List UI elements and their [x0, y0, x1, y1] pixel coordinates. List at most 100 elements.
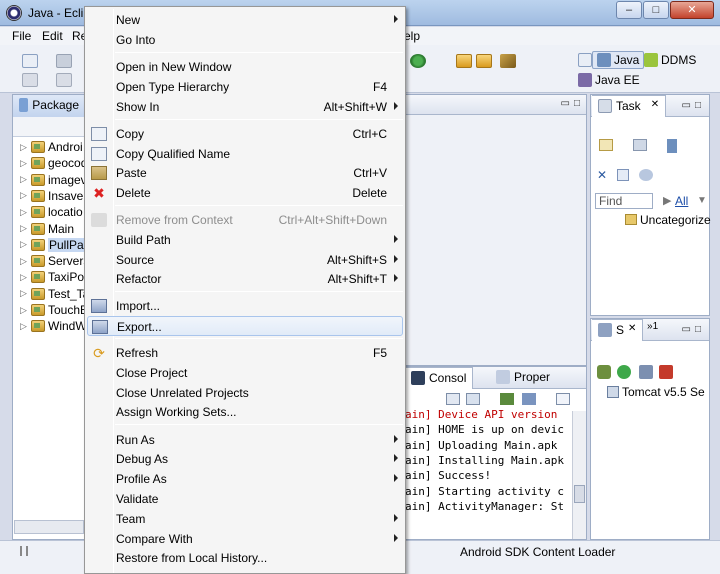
close-tab-icon[interactable]: ✕ [628, 323, 636, 334]
project-item[interactable]: ▷ Servers [20, 253, 89, 269]
project-item[interactable]: ▷ TaxiPo [20, 269, 84, 285]
minimize-button[interactable]: – [616, 1, 642, 19]
task-find-input[interactable]: Find [595, 193, 653, 209]
all-dropdown-icon[interactable]: ▼ [697, 195, 707, 206]
stop-icon[interactable] [659, 365, 673, 379]
menu-item-build-path[interactable]: Build Path [87, 230, 403, 250]
tab-properties[interactable]: Proper [490, 367, 556, 389]
profile-icon[interactable] [639, 365, 653, 379]
expand-arrow-icon[interactable]: ▷ [20, 239, 28, 250]
expand-arrow-icon[interactable]: ▷ [20, 256, 28, 267]
scroll-lock-icon[interactable] [466, 393, 480, 405]
focus-icon[interactable] [639, 169, 653, 181]
menu-edit[interactable]: Edit [42, 29, 63, 43]
project-item[interactable]: ▷ locatio [20, 204, 83, 220]
menu-item-restore-from-local-history[interactable]: Restore from Local History... [87, 548, 403, 568]
expand-arrow-icon[interactable]: ▷ [20, 288, 28, 299]
pen-icon[interactable] [500, 54, 516, 68]
menu-item-android-tools[interactable]: Android Tools [87, 568, 403, 573]
menu-item-export[interactable]: Export... [87, 316, 403, 336]
menu-item-profile-as[interactable]: Profile As [87, 469, 403, 489]
uncategorized-item[interactable]: Uncategorize [625, 213, 711, 227]
menu-help[interactable]: elp [404, 29, 420, 43]
sync-icon[interactable] [667, 139, 677, 153]
menu-item-team[interactable]: Team [87, 509, 403, 529]
open-folder-icon[interactable] [476, 54, 492, 68]
menu-item-open-type-hierarchy[interactable]: Open Type Hierarchy F4 [87, 77, 403, 97]
pin-console-icon[interactable] [500, 393, 514, 405]
project-item[interactable]: ▷ Androi [20, 139, 83, 155]
start-icon[interactable] [617, 365, 631, 379]
display-console-icon[interactable] [522, 393, 536, 405]
menu-item-source[interactable]: Source Alt+Shift+S [87, 250, 403, 270]
tab-package-explorer[interactable]: Package [13, 95, 85, 117]
menu-item-debug-as[interactable]: Debug As [87, 449, 403, 469]
project-item[interactable]: ▷ geocod [20, 155, 87, 171]
menu-item-close-unrelated-projects[interactable]: Close Unrelated Projects [87, 383, 403, 403]
menu-item-paste[interactable]: Paste Ctrl+V [87, 163, 403, 183]
task-min-max-buttons[interactable]: ▭□ [682, 100, 706, 111]
menu-item-assign-working-sets[interactable]: Assign Working Sets... [87, 402, 403, 422]
expand-arrow-icon[interactable]: ▷ [20, 223, 28, 234]
project-item[interactable]: ▷ PullPar [20, 237, 89, 253]
menu-item-run-as[interactable]: Run As [87, 430, 403, 450]
open-console-icon[interactable] [556, 393, 570, 405]
tab-console[interactable]: Consol [404, 367, 474, 389]
perspective-ddms[interactable]: DDMS [640, 51, 700, 69]
expand-arrow-icon[interactable]: ▷ [20, 305, 28, 316]
perspective-javaee[interactable]: Java EE [574, 71, 644, 89]
close-tab-icon[interactable]: ✕ [651, 99, 659, 110]
expand-arrow-icon[interactable]: ▷ [20, 272, 28, 283]
servers-min-max-buttons[interactable]: ▭□ [682, 324, 706, 335]
expand-arrow-icon[interactable]: ▷ [20, 158, 28, 169]
debug-icon[interactable] [597, 365, 611, 379]
project-item[interactable]: ▷ WindW [20, 318, 87, 334]
categorize-icon[interactable] [633, 139, 647, 151]
menu-item-refresh[interactable]: ⟳ Refresh F5 [87, 343, 403, 363]
all-link[interactable]: All [675, 194, 688, 208]
menu-item-delete[interactable]: ✖ Delete Delete [87, 183, 403, 203]
menu-item-refactor[interactable]: Refactor Alt+Shift+T [87, 269, 403, 289]
perspective-java[interactable]: Java [592, 51, 645, 69]
expand-arrow-icon[interactable]: ▷ [20, 321, 28, 332]
menu-item-validate[interactable]: Validate [87, 489, 403, 509]
tab-task-list[interactable]: Task ✕ [592, 95, 667, 117]
console-scrollbar[interactable] [572, 411, 586, 539]
menu-file[interactable]: File [12, 29, 31, 43]
filter-icon[interactable]: ✕ [597, 169, 609, 181]
menu-item-open-in-new-window[interactable]: Open in New Window [87, 57, 403, 77]
expand-arrow-icon[interactable]: ▷ [20, 142, 28, 153]
project-item[interactable]: ▷ TouchE [20, 302, 88, 318]
menu-item-close-project[interactable]: Close Project [87, 363, 403, 383]
project-item[interactable]: ▷ Main [20, 221, 74, 237]
refresh-run-icon[interactable] [410, 54, 426, 68]
package-explorer-scrollbar[interactable] [14, 520, 84, 534]
project-item[interactable]: ▷ imagev [20, 172, 87, 188]
clear-console-icon[interactable] [446, 393, 460, 405]
back-icon[interactable] [22, 73, 38, 87]
project-item[interactable]: ▷ Insave [20, 188, 83, 204]
menu-item-show-in[interactable]: Show In Alt+Shift+W [87, 97, 403, 117]
save-icon[interactable] [56, 54, 72, 68]
expand-arrow-icon[interactable]: ▷ [20, 174, 28, 185]
menu-item-new[interactable]: New [87, 10, 403, 30]
maximize-button[interactable]: □ [643, 1, 669, 19]
close-button[interactable]: ✕ [670, 1, 714, 19]
menu-item-import[interactable]: Import... [87, 296, 403, 316]
menu-item-copy[interactable]: Copy Ctrl+C [87, 124, 403, 144]
editor-min-max-buttons[interactable]: ▭□ [561, 98, 585, 109]
menu-item-copy-qualified-name[interactable]: Copy Qualified Name [87, 144, 403, 164]
tomcat-server-item[interactable]: Tomcat v5.5 Se [607, 385, 705, 399]
new-task-icon[interactable] [599, 139, 613, 151]
new-icon[interactable] [22, 54, 38, 68]
expand-arrow-icon[interactable]: ▷ [20, 207, 28, 218]
menu-item-compare-with[interactable]: Compare With [87, 529, 403, 549]
open-package-icon[interactable] [456, 54, 472, 68]
tab-servers[interactable]: S ✕ [592, 319, 644, 341]
menu-item-remove-from-context[interactable]: Remove from Context Ctrl+Alt+Shift+Down [87, 210, 403, 230]
console-scroll-thumb[interactable] [574, 485, 585, 503]
project-item[interactable]: ▷ Test_Ta [20, 286, 89, 302]
menu-item-go-into[interactable]: Go Into [87, 30, 403, 50]
forward-icon[interactable] [56, 73, 72, 87]
expand-arrow-icon[interactable]: ▷ [20, 190, 28, 201]
